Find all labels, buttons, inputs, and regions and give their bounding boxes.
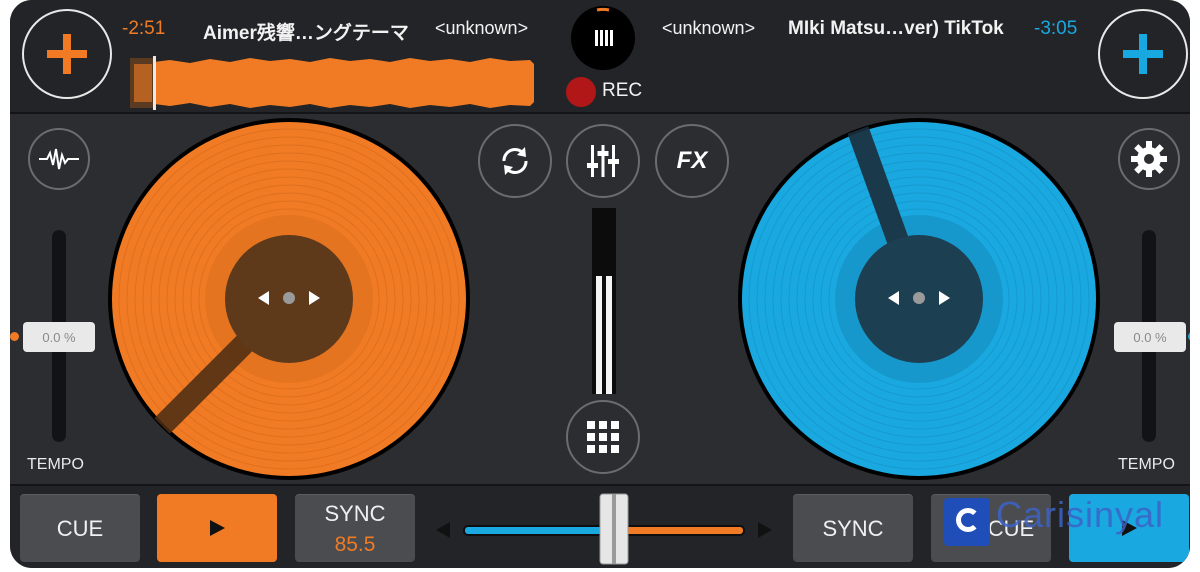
- loop-button[interactable]: [478, 124, 552, 198]
- left-add-track-button[interactable]: [22, 9, 112, 99]
- waveform-icon: [39, 148, 79, 170]
- top-bar: -2:51 Aimer残響…ングテーマ <unknown> REC <unkno…: [10, 0, 1190, 114]
- settings-button[interactable]: [1118, 128, 1180, 190]
- left-play-button[interactable]: [157, 494, 277, 562]
- plus-icon: [47, 34, 87, 74]
- right-tempo-marker: [1188, 332, 1190, 341]
- record-label: REC: [602, 80, 643, 101]
- left-sync-button[interactable]: SYNC 85.5: [295, 494, 415, 562]
- right-add-track-button[interactable]: [1098, 9, 1188, 99]
- right-track-artist: <unknown>: [662, 18, 756, 38]
- library-button[interactable]: [571, 6, 635, 70]
- left-tempo-marker: [10, 332, 19, 341]
- crossfader[interactable]: [430, 490, 778, 566]
- watermark-logo-mark: [956, 508, 980, 532]
- play-icon: [210, 520, 225, 536]
- right-tempo-value[interactable]: 0.0 %: [1114, 322, 1186, 352]
- right-track-title: MIki Matsu…ver) TikTok: [788, 18, 1004, 39]
- record-button[interactable]: [566, 77, 596, 107]
- left-sync-label: SYNC: [324, 500, 386, 526]
- right-sync-button[interactable]: SYNC: [793, 494, 913, 562]
- sampler-button[interactable]: [566, 400, 640, 474]
- watermark-text: Carisinyal: [996, 494, 1165, 535]
- mixer-button[interactable]: [566, 124, 640, 198]
- waveform-view-button[interactable]: [28, 128, 90, 190]
- fx-button[interactable]: FX: [655, 124, 729, 198]
- vinyl-library-icon: [595, 7, 613, 46]
- left-turntable[interactable]: [108, 118, 470, 480]
- right-sync-label: SYNC: [822, 515, 884, 541]
- left-tempo-value[interactable]: 0.0 %: [23, 322, 95, 352]
- grid-pads-icon: [587, 421, 619, 453]
- crossfader-handle[interactable]: [599, 493, 629, 565]
- left-cue-button[interactable]: CUE: [20, 494, 140, 562]
- vu-meter-left-bar: [596, 276, 602, 394]
- left-time-remaining: -2:51: [122, 18, 166, 39]
- left-cue-label: CUE: [56, 515, 104, 541]
- mixer-sliders-icon: [587, 145, 619, 177]
- fx-label: FX: [676, 147, 708, 174]
- vu-meter-right-bar: [606, 276, 612, 394]
- right-time-remaining: -3:05: [1034, 18, 1078, 39]
- plus-icon: [1123, 34, 1163, 74]
- right-tempo-label: TEMPO: [1118, 456, 1175, 473]
- gear-icon: [1131, 141, 1167, 177]
- right-turntable[interactable]: [738, 118, 1100, 480]
- left-waveform[interactable]: [130, 56, 536, 110]
- left-track-artist: <unknown>: [435, 18, 529, 38]
- left-tempo-label: TEMPO: [27, 456, 84, 473]
- vu-meter: [592, 208, 616, 394]
- left-bpm-value: 85.5: [334, 532, 376, 556]
- sync-loop-icon: [502, 147, 528, 175]
- dj-app: -2:51 Aimer残響…ングテーマ <unknown> REC <unkno…: [10, 0, 1190, 568]
- left-track-title: Aimer残響…ングテーマ: [203, 23, 409, 44]
